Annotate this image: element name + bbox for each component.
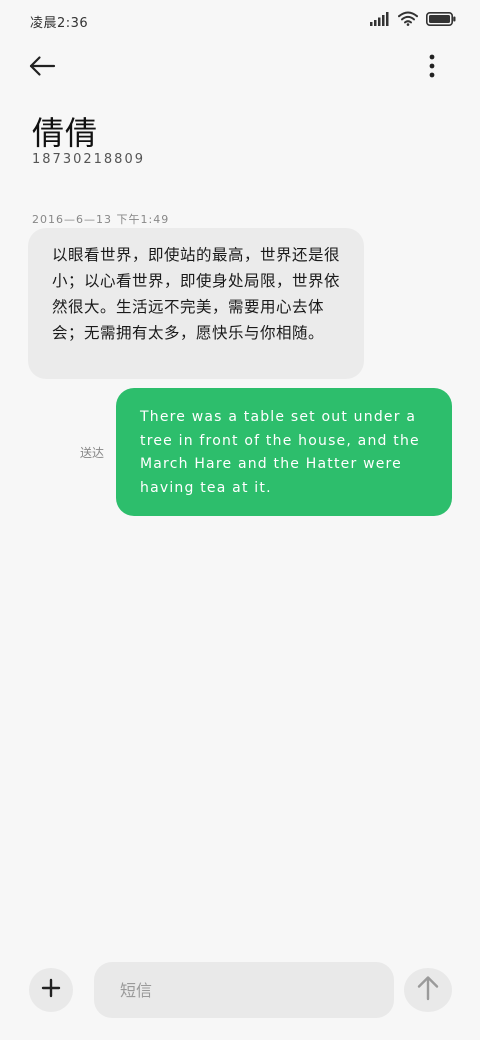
message-input[interactable]: [118, 979, 370, 1001]
wifi-icon: [398, 11, 418, 30]
message-composer: [0, 956, 480, 1026]
status-bar: 凌晨2:36: [0, 0, 480, 40]
send-button[interactable]: [404, 968, 452, 1012]
more-vertical-icon: [429, 54, 435, 82]
back-arrow-icon: [28, 55, 56, 81]
outgoing-message-bubble[interactable]: There was a table set out under a tree i…: [116, 388, 452, 516]
contact-name: 倩倩: [32, 114, 99, 152]
more-options-button[interactable]: [420, 48, 444, 88]
message-timestamp: 2016—6—13 下午1:49: [32, 213, 170, 226]
add-attachment-button[interactable]: [29, 968, 73, 1012]
incoming-message-text: 以眼看世界，即使站的最高，世界还是很小；以心看世界，即使身处局限，世界依然很大。…: [52, 246, 341, 342]
status-icons: [370, 11, 456, 30]
send-arrow-icon: [416, 975, 440, 1005]
incoming-message-bubble[interactable]: 以眼看世界，即使站的最高，世界还是很小；以心看世界，即使身处局限，世界依然很大。…: [28, 228, 364, 379]
status-time: 凌晨2:36: [30, 16, 89, 31]
battery-icon: [426, 11, 456, 30]
compose-field[interactable]: [94, 962, 394, 1018]
top-bar: [0, 40, 480, 96]
plus-icon: [41, 978, 61, 1002]
delivery-status: 送达: [80, 446, 105, 460]
back-button[interactable]: [28, 50, 76, 86]
outgoing-message-text: There was a table set out under a tree i…: [140, 409, 420, 496]
signal-icon: [370, 11, 390, 30]
contact-number: 18730218809: [32, 152, 145, 167]
